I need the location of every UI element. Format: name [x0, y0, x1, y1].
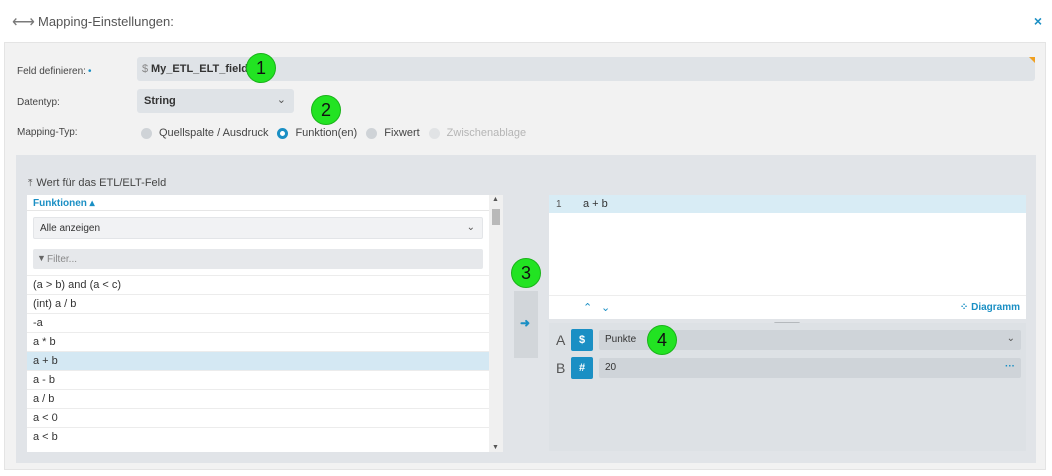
radio-functions[interactable]: Funktion(en): [277, 127, 357, 139]
annotation-badge-2: 2: [311, 95, 341, 125]
scroll-down-icon[interactable]: ▼: [492, 444, 499, 451]
diagram-icon: ⁘: [959, 302, 969, 313]
radio-icon: [141, 127, 152, 139]
dialog-header: ⟷ Mapping-Einstellungen: ×: [0, 0, 1052, 42]
mapping-type-label: Mapping-Typ:: [17, 127, 78, 138]
list-item[interactable]: a - b: [27, 370, 489, 389]
filter-icon: ▼: [37, 253, 46, 263]
list-item[interactable]: a < b: [27, 427, 489, 446]
list-item[interactable]: a / b: [27, 389, 489, 408]
param-b-input[interactable]: 20 ···: [599, 358, 1021, 378]
scroll-up-icon[interactable]: ▲: [492, 196, 499, 203]
parameters-panel: A $ Punkte ⌄ B # 20 ···: [549, 323, 1026, 451]
line-number: 1: [556, 199, 562, 210]
radio-icon: [366, 127, 378, 139]
annotation-badge-3: 3: [511, 258, 541, 288]
chevron-down-icon: ⌄: [276, 94, 286, 106]
mapping-type-radios: Quellspalte / Ausdruck Funktion(en) Fixw…: [141, 125, 535, 141]
workspace-title: ⤒ Wert für das ETL/ELT-Feld: [28, 177, 167, 189]
list-item[interactable]: a * b: [27, 332, 489, 351]
caret-up-icon: ▴: [89, 198, 95, 209]
editor-toolbar: ⌃ ⌄ ⁘ Diagramm: [549, 295, 1026, 319]
param-row-b: B # 20 ···: [549, 357, 1026, 379]
list-item[interactable]: (a > b) and (a < c): [27, 275, 489, 294]
radio-clipboard: Zwischenablage: [428, 127, 526, 139]
function-category-select[interactable]: Alle anzeigen ⌄: [33, 217, 483, 239]
scroll-thumb[interactable]: [492, 209, 500, 225]
param-letter: A: [556, 332, 566, 348]
functions-list: (a > b) and (a < c) (int) a / b -a a * b…: [27, 275, 489, 446]
insert-function-button[interactable]: ➜: [514, 291, 538, 358]
functions-panel: Funktionen ▴ Alle anzeigen ⌄ ▼ (a > b) a…: [27, 195, 503, 452]
arrow-right-icon: ➜: [520, 316, 531, 330]
diagram-button[interactable]: ⁘ Diagramm: [960, 302, 1020, 313]
annotation-badge-4: 4: [647, 325, 677, 355]
functions-header[interactable]: Funktionen ▴: [27, 195, 489, 211]
double-arrow-icon: ⟷: [12, 14, 35, 31]
chevron-down-icon: ⌄: [466, 222, 475, 233]
radio-selected-icon: [277, 127, 289, 139]
field-label: Feld definieren: •: [17, 66, 92, 77]
editor-code: a + b: [583, 198, 608, 210]
number-type-button[interactable]: #: [571, 357, 593, 379]
collapse-icon[interactable]: ⤒: [28, 178, 32, 189]
more-icon[interactable]: ···: [1005, 361, 1015, 372]
field-name-value: My_ETL_ELT_field: [151, 63, 248, 75]
dollar-icon: $: [142, 63, 149, 75]
corner-marker-icon: [1029, 57, 1035, 63]
datatype-label: Datentyp:: [17, 97, 60, 108]
chevron-down-icon: ⌄: [1006, 333, 1015, 344]
list-item[interactable]: (int) a / b: [27, 294, 489, 313]
value-workspace: ⤒ Wert für das ETL/ELT-Feld Funktionen ▴ …: [16, 155, 1036, 463]
string-type-button[interactable]: $: [571, 329, 593, 351]
list-item-selected[interactable]: a + b: [27, 351, 489, 370]
function-filter[interactable]: ▼: [33, 249, 483, 269]
dialog-title: Mapping-Einstellungen:: [38, 14, 174, 29]
editor-line: 1 a + b: [549, 195, 1026, 213]
radio-fixed-value[interactable]: Fixwert: [366, 127, 420, 139]
radio-source-column[interactable]: Quellspalte / Ausdruck: [141, 127, 268, 139]
close-icon[interactable]: ×: [1034, 13, 1042, 29]
param-row-a: A $ Punkte ⌄: [549, 329, 1026, 351]
datatype-value: String: [144, 95, 176, 107]
param-letter: B: [556, 360, 566, 376]
radio-icon: [428, 127, 440, 139]
list-item[interactable]: a < 0: [27, 408, 489, 427]
chevron-down-icon[interactable]: ⌄: [601, 301, 610, 314]
datatype-select[interactable]: String ⌄: [137, 89, 294, 113]
functions-scrollbar[interactable]: ▲ ▼: [489, 195, 503, 452]
function-filter-input[interactable]: [47, 251, 467, 267]
mapping-panel: Feld definieren: • $ My_ETL_ELT_field Dat…: [4, 42, 1046, 470]
list-item[interactable]: -a: [27, 313, 489, 332]
required-mark: •: [87, 66, 92, 77]
annotation-badge-1: 1: [246, 53, 276, 83]
chevron-up-icon[interactable]: ⌃: [583, 301, 592, 314]
